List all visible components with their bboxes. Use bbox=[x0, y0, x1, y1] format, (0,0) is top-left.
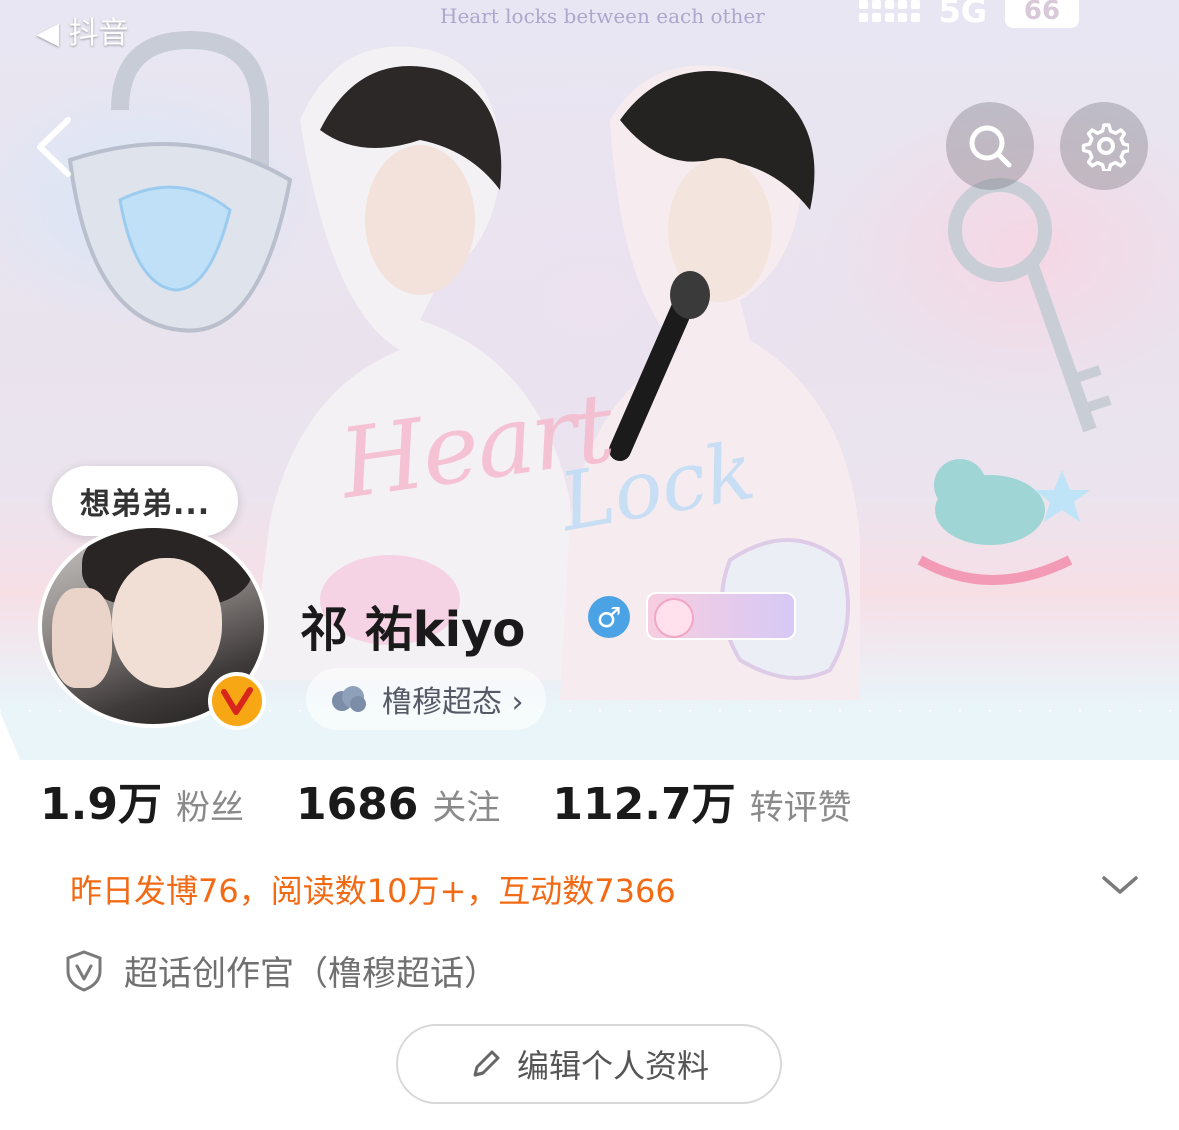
stat-label: 粉丝 bbox=[175, 788, 244, 828]
chevron-down-icon bbox=[1102, 876, 1138, 894]
super-topic-link[interactable]: 橹穆超态 › bbox=[306, 668, 546, 730]
stat-following[interactable]: 1686 关注 bbox=[296, 779, 500, 830]
signal-icon bbox=[859, 0, 921, 22]
status-source-app[interactable]: ◀ 抖音 bbox=[36, 8, 129, 52]
search-icon bbox=[969, 125, 1012, 168]
stat-reposts-comments-likes[interactable]: 112.7万 转评赞 bbox=[552, 768, 851, 832]
search-button[interactable] bbox=[946, 102, 1034, 190]
banner-caption: Heart locks between each other bbox=[440, 4, 765, 28]
battery-level: 66 bbox=[1005, 0, 1079, 28]
stat-label: 关注 bbox=[432, 788, 501, 828]
verified-badge-icon bbox=[208, 672, 266, 730]
membership-badge-icon[interactable] bbox=[646, 592, 796, 640]
credential-text: 超话创作官（橹穆超话） bbox=[124, 954, 498, 994]
status-bar-right: 5G 66 bbox=[859, 0, 1079, 30]
stat-label: 转评赞 bbox=[749, 788, 852, 828]
stat-value: 1.9万 bbox=[40, 779, 162, 830]
pencil-icon bbox=[473, 1050, 500, 1077]
username: 祁 祐kiyo bbox=[300, 602, 526, 658]
super-topic-label: 橹穆超态 › bbox=[382, 685, 524, 720]
expand-button[interactable] bbox=[1100, 872, 1140, 900]
shield-icon bbox=[66, 949, 102, 992]
stat-value: 112.7万 bbox=[552, 779, 736, 830]
cloud-icon bbox=[332, 686, 366, 712]
back-button[interactable] bbox=[30, 112, 80, 182]
gender-symbol: ♂ bbox=[596, 600, 622, 634]
yesterday-activity-summary[interactable]: 昨日发博76，阅读数10万+，互动数7366 bbox=[70, 866, 676, 912]
settings-button[interactable] bbox=[1060, 102, 1148, 190]
gear-icon bbox=[1081, 123, 1129, 171]
male-gender-icon: ♂ bbox=[588, 596, 630, 638]
edit-profile-button[interactable]: 编辑个人资料 bbox=[396, 1024, 782, 1104]
network-type: 5G bbox=[938, 0, 987, 30]
profile-stats: 1.9万 粉丝 1686 关注 112.7万 转评赞 bbox=[40, 768, 904, 832]
edit-profile-label: 编辑个人资料 bbox=[516, 1047, 709, 1085]
stat-value: 1686 bbox=[295, 779, 419, 830]
stat-fans[interactable]: 1.9万 粉丝 bbox=[40, 768, 244, 832]
chevron-left-icon bbox=[37, 117, 71, 177]
creator-credential[interactable]: 超话创作官（橹穆超话） bbox=[64, 946, 498, 995]
